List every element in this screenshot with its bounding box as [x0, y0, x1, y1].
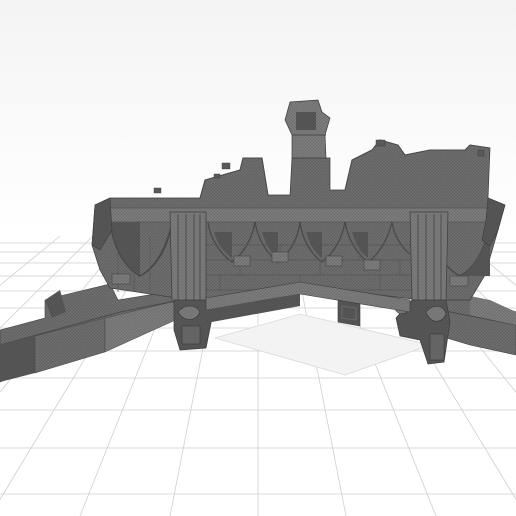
viewport-canvas[interactable]: [0, 0, 516, 516]
3d-viewport[interactable]: [0, 0, 516, 516]
